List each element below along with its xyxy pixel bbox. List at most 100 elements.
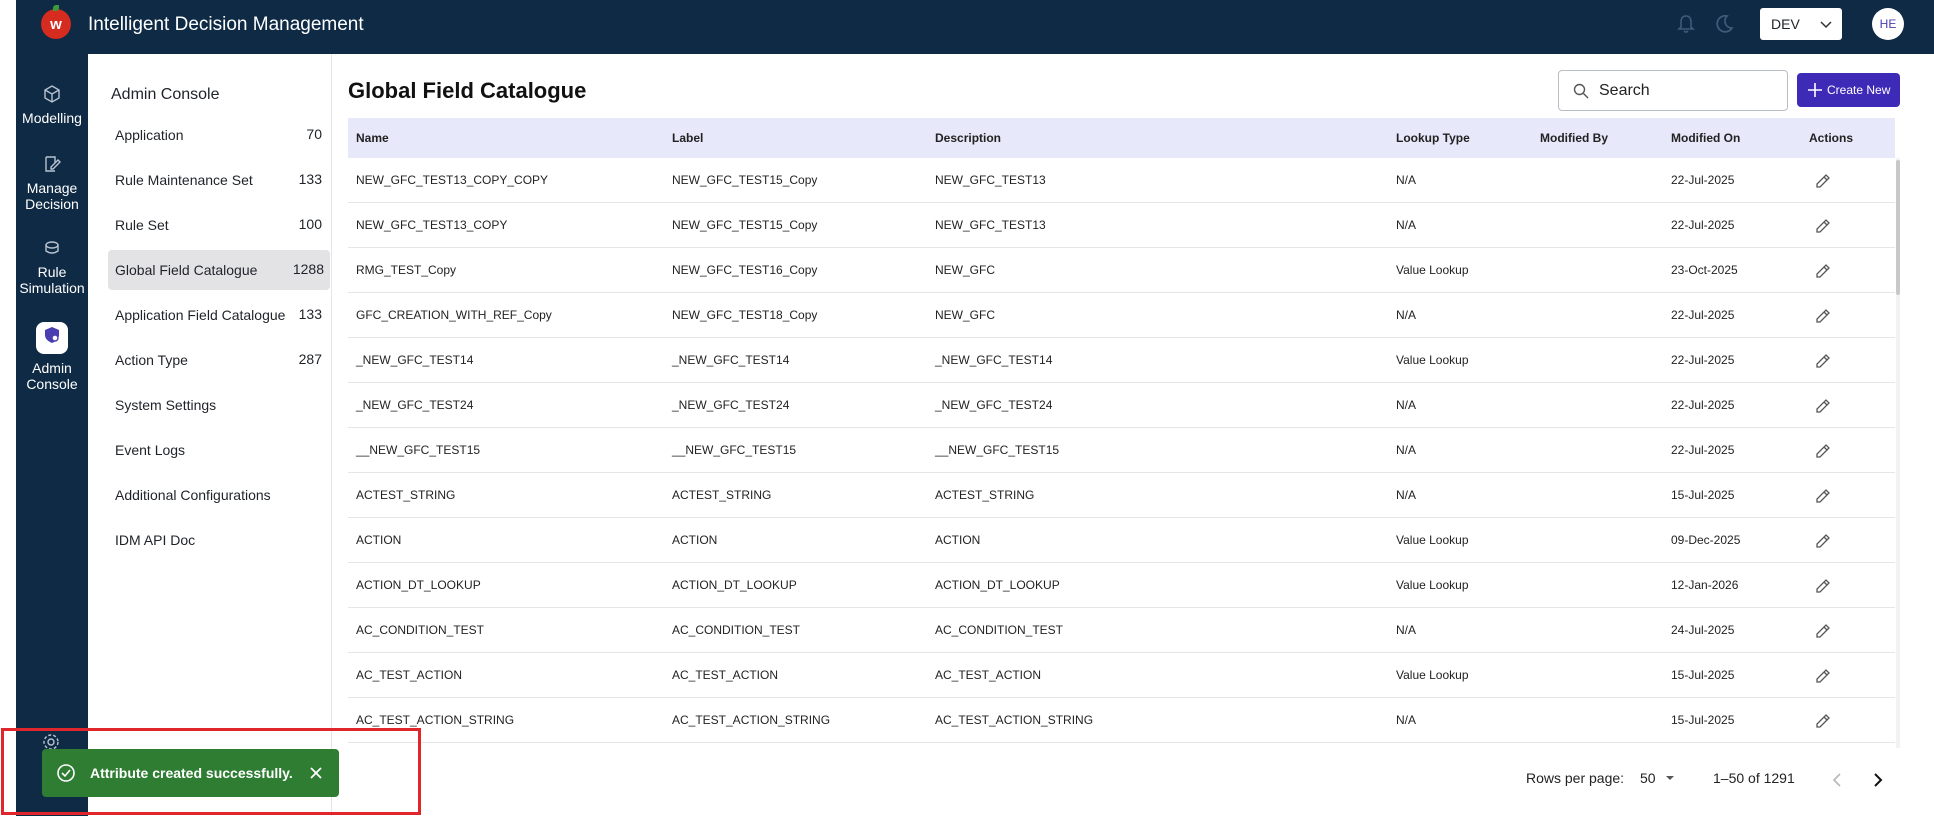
cell-description: _NEW_GFC_TEST14 [935,353,1053,367]
subnav-item-label: System Settings [115,397,217,413]
cell-name: ACTEST_STRING [356,488,456,502]
pencil-edit-icon[interactable] [1814,262,1832,280]
rows-per-page-select[interactable]: 50 [1640,770,1675,786]
table-row[interactable]: ACTION ACTION ACTION Value Lookup 09-Dec-202… [348,518,1895,563]
subnav-item-global-field-catalogue[interactable]: Global Field Catalogue 1288 [108,250,330,290]
cell-lookup-type: Value Lookup [1396,353,1469,367]
subnav-item-additional-configurations[interactable]: Additional Configurations [108,475,328,515]
pencil-edit-icon[interactable] [1814,667,1832,685]
subnav-item-idm-api-doc[interactable]: IDM API Doc [108,520,328,560]
table-row[interactable]: ACTION_DT_LOOKUP ACTION_DT_LOOKUP ACTION_D… [348,563,1895,608]
subnav-item-rule-maintenance-set[interactable]: Rule Maintenance Set 133 [108,160,328,200]
subnav-item-event-logs[interactable]: Event Logs [108,430,328,470]
table-row[interactable]: NEW_GFC_TEST13_COPY NEW_GFC_TEST15_Copy NE… [348,203,1895,248]
chevron-down-icon [1820,21,1832,29]
column-header-modified-on[interactable]: Modified On [1671,131,1740,145]
pencil-edit-icon[interactable] [1814,712,1832,730]
subnav-item-application-field-catalogue[interactable]: Application Field Catalogue 133 [108,295,328,335]
cell-label: AC_TEST_ACTION_STRING [672,713,831,727]
search-placeholder: Search [1599,81,1650,99]
cell-description: ACTEST_STRING [935,488,1035,502]
cell-lookup-type: Value Lookup [1396,533,1469,547]
logo-letter: w [50,15,62,33]
pencil-edit-icon[interactable] [1814,622,1832,640]
caret-down-icon [1666,776,1675,780]
cell-modified-on: 22-Jul-2025 [1671,308,1735,322]
cell-description: NEW_GFC [935,308,995,322]
table-row[interactable]: GFC_CREATION_WITH_REF_Copy NEW_GFC_TEST18… [348,293,1895,338]
table-scrollbar-thumb[interactable] [1896,160,1900,295]
rail-item-rule-simulation[interactable]: Rule Simulation [16,238,88,296]
page-title: Global Field Catalogue [348,78,587,103]
pencil-edit-icon[interactable] [1814,442,1832,460]
create-new-label: Create New [1827,83,1891,97]
table-row[interactable]: ACTEST_STRING ACTEST_STRING ACTEST_STRING N… [348,473,1895,518]
subnav-item-application[interactable]: Application 70 [108,115,328,155]
table-row[interactable]: RMG_TEST_Copy NEW_GFC_TEST16_Copy NEW_GFC V… [348,248,1895,293]
toast-message: Attribute created successfully. [90,765,293,781]
cell-label: ACTION [672,533,718,547]
table-row[interactable]: _NEW_GFC_TEST14 _NEW_GFC_TEST14 _NEW_GFC_T… [348,338,1895,383]
column-header-label[interactable]: Label [672,131,703,145]
subnav-item-action-type[interactable]: Action Type 287 [108,340,328,380]
rail-item-manage-decision[interactable]: Manage Decision [16,154,88,212]
pencil-edit-icon[interactable] [1814,217,1832,235]
cell-modified-on: 22-Jul-2025 [1671,398,1735,412]
pencil-edit-icon[interactable] [1814,172,1832,190]
table-row[interactable]: AC_TEST_ACTION_STRING AC_TEST_ACTION_STRI… [348,698,1895,743]
chevron-left-icon[interactable] [1831,773,1843,787]
environment-select[interactable]: DEV [1760,8,1842,40]
moon-icon[interactable] [1713,13,1735,35]
column-header-name[interactable]: Name [356,131,389,145]
cell-modified-on: 24-Jul-2025 [1671,623,1735,637]
cell-lookup-type: N/A [1396,488,1417,502]
cell-lookup-type: Value Lookup [1396,263,1469,277]
column-header-lookup-type[interactable]: Lookup Type [1396,131,1470,145]
subnav-item-count: 287 [298,351,322,367]
cell-lookup-type: N/A [1396,713,1417,727]
pencil-edit-icon[interactable] [1814,577,1832,595]
pencil-edit-icon[interactable] [1814,487,1832,505]
rail-label: Manage [26,180,78,196]
subnav-item-system-settings[interactable]: System Settings [108,385,328,425]
pencil-edit-icon[interactable] [1814,532,1832,550]
create-new-button[interactable]: Create New [1797,73,1900,107]
rail-item-modelling[interactable]: Modelling [16,84,88,126]
table-row[interactable]: AC_TEST_ACTION AC_TEST_ACTION AC_TEST_ACTI… [348,653,1895,698]
subnav-item-count: 133 [298,306,322,322]
cell-label: NEW_GFC_TEST15_Copy [672,218,818,232]
bell-icon[interactable] [1677,14,1695,34]
table-row[interactable]: __NEW_GFC_TEST15 __NEW_GFC_TEST15 __NEW_GF… [348,428,1895,473]
chevron-right-icon[interactable] [1872,773,1884,787]
app-logo[interactable]: w [41,5,71,39]
pagination-range: 1–50 of 1291 [1713,770,1795,786]
cell-lookup-type: Value Lookup [1396,578,1469,592]
pencil-edit-icon[interactable] [1814,307,1832,325]
table-row[interactable]: NEW_GFC_TEST13_COPY_COPY NEW_GFC_TEST15_C… [348,158,1895,203]
close-icon[interactable] [309,766,323,780]
pencil-edit-icon[interactable] [1814,352,1832,370]
table-row[interactable]: AC_CONDITION_TEST AC_CONDITION_TEST AC_CON… [348,608,1895,653]
pencil-edit-icon[interactable] [1814,397,1832,415]
search-input[interactable]: Search [1558,70,1788,111]
cell-lookup-type: N/A [1396,443,1417,457]
subnav-item-rule-set[interactable]: Rule Set 100 [108,205,328,245]
cell-name: ACTION_DT_LOOKUP [356,578,481,592]
left-rail: Modelling Manage Decision Rule Simulatio… [16,54,88,816]
rail-label: Modelling [22,110,82,126]
subnav-item-label: Rule Maintenance Set [115,172,253,188]
check-circle-icon [57,764,75,782]
cell-description: NEW_GFC [935,263,995,277]
column-header-modified-by[interactable]: Modified By [1540,131,1608,145]
rail-label: Console [26,376,78,392]
rail-item-admin-console[interactable]: Admin Console [16,322,88,392]
subnav-item-label: Application [115,127,184,143]
cell-lookup-type: Value Lookup [1396,668,1469,682]
user-avatar[interactable]: HE [1872,8,1904,40]
plus-icon [1808,83,1822,97]
column-header-description[interactable]: Description [935,131,1001,145]
cell-modified-on: 22-Jul-2025 [1671,443,1735,457]
table-row[interactable]: _NEW_GFC_TEST24 _NEW_GFC_TEST24 _NEW_GFC_T… [348,383,1895,428]
cell-description: ACTION [935,533,981,547]
cell-description: NEW_GFC_TEST13 [935,218,1046,232]
